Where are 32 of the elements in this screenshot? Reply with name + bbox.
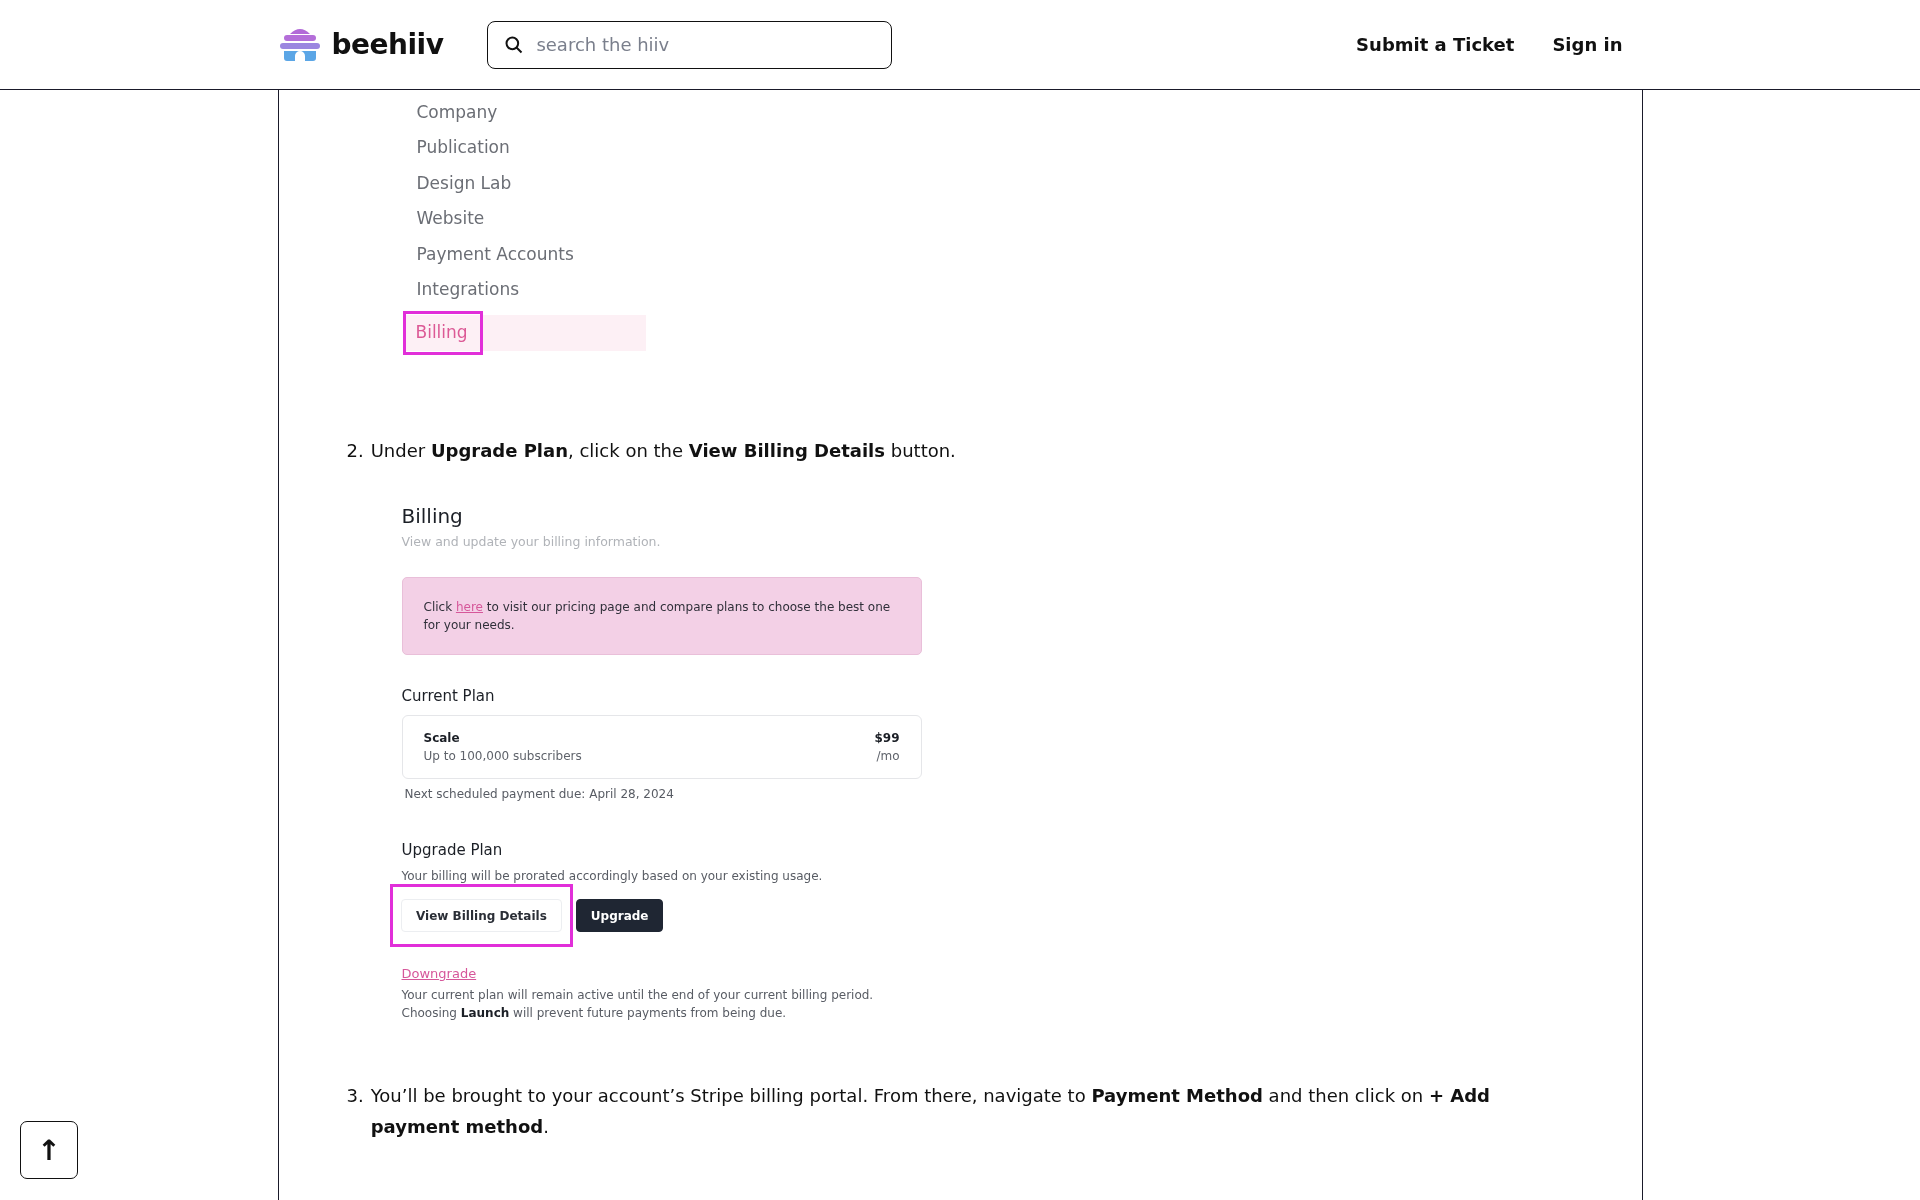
view-billing-button[interactable]: View Billing Details	[401, 899, 562, 932]
next-payment-text: Next scheduled payment due: April 28, 2024	[404, 786, 675, 803]
logo-text[interactable]: beehiiv	[331, 28, 444, 61]
current-plan-heading: Current Plan	[401, 687, 496, 705]
plan-price: $99	[874, 730, 900, 747]
plan-period: /mo	[876, 748, 900, 765]
nav-link[interactable]: Submit a Ticket	[1356, 34, 1515, 55]
search-bar[interactable]: search the hiiv	[487, 20, 893, 69]
pricing-link[interactable]: here	[455, 600, 483, 614]
step-text: Under Upgrade Plan, click on the View Billing Details button.	[370, 439, 956, 463]
back-to-top-button[interactable]: ↑	[20, 1121, 78, 1179]
billing-title: Billing	[401, 504, 464, 528]
settings-menu-item[interactable]: Website	[402, 200, 646, 236]
settings-menu-item[interactable]: Publication	[402, 129, 646, 165]
billing-subtitle: View and update your billing information.	[401, 534, 662, 549]
step-text: You’ll be brought to your account’s Stripe billing portal. From there, navigate to Payment Method and then click on + Add payment method.	[370, 1084, 1491, 1139]
downgrade-link[interactable]: Downgrade	[401, 966, 477, 981]
upgrade-button[interactable]: Upgrade	[575, 899, 664, 932]
settings-menu-item[interactable]: Payment Accounts	[402, 236, 646, 272]
upgrade-plan-heading: Upgrade Plan	[401, 841, 504, 859]
upgrade-description: Your billing will be prorated accordingly based on your existing usage.	[401, 868, 824, 885]
notice-text: Click here to visit our pricing page and compare plans to choose the best one for your needs.	[423, 599, 892, 634]
step-number: 3.	[346, 1084, 364, 1108]
downgrade-text: Your current plan will remain active until the end of your current billing period. Choosing Launch will prevent future payments from being due.	[401, 987, 875, 1022]
plan-description: Up to 100,000 subscribers	[423, 748, 582, 765]
settings-menu-item[interactable]: Company	[402, 94, 646, 130]
settings-menu-item[interactable]: Integrations	[402, 271, 646, 307]
settings-menu-item[interactable]: Design Lab	[402, 165, 646, 201]
plan-name: Scale	[423, 730, 460, 747]
nav-link[interactable]: Sign in	[1552, 34, 1623, 55]
search-icon	[504, 34, 525, 55]
step-number: 2.	[346, 439, 364, 463]
